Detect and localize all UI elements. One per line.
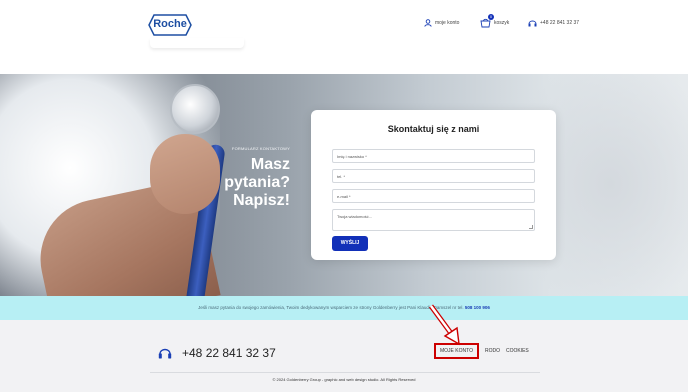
resize-handle-icon[interactable]: [529, 225, 533, 229]
support-notice-text: Jeśli masz pytania do swojego zamówienia…: [198, 305, 464, 310]
hero-title-line-1: Masz: [250, 156, 290, 173]
site-header: Roche moje konto 0 koszyk +48 22 841 32 …: [0, 0, 688, 74]
roche-logo[interactable]: Roche: [148, 14, 192, 36]
submit-button[interactable]: WYŚLIJ: [332, 236, 368, 251]
cart-link[interactable]: 0 koszyk: [480, 14, 510, 28]
headset-icon: [158, 348, 172, 359]
name-field[interactable]: Imię i nazwisko *: [332, 149, 535, 163]
header-phone-link[interactable]: +48 22 841 32 37: [528, 19, 579, 27]
stethoscope-chestpiece: [170, 84, 220, 134]
header-dropdown-card: [150, 38, 244, 48]
footer-link-cookies[interactable]: COOKIES: [506, 348, 529, 354]
hero-title: Masz pytania? Napisz!: [0, 156, 290, 210]
email-field[interactable]: e-mail *: [332, 189, 535, 203]
cart-count-badge: 0: [488, 14, 494, 20]
footer-link-my-account[interactable]: MOJE KONTO: [434, 343, 479, 359]
hero-title-line-2: pytania?: [224, 174, 290, 191]
support-phone-link[interactable]: 508 100 906: [465, 305, 490, 310]
logo-text: Roche: [153, 18, 187, 30]
annotation-arrow-icon: [428, 304, 460, 346]
contact-form-card: Skontaktuj się z nami Imię i nazwisko * …: [311, 110, 556, 260]
footer-link-rodo[interactable]: RODO: [485, 348, 500, 354]
account-link[interactable]: moje konto: [424, 19, 459, 27]
hero-title-line-3: Napisz!: [233, 192, 290, 209]
hero-eyebrow: FORMULARZ KONTAKTOWY: [231, 146, 290, 151]
footer-divider: [150, 372, 540, 373]
copyright-text: © 2024 Goldenberry Group - graphic and w…: [272, 377, 416, 382]
footer-links: MOJE KONTO RODO COOKIES: [434, 343, 529, 359]
footer-phone-number: +48 22 841 32 37: [182, 346, 276, 360]
footer-phone-link[interactable]: +48 22 841 32 37: [158, 346, 276, 360]
message-field[interactable]: Twoja wiadomość...: [332, 209, 535, 231]
phone-field[interactable]: tel. *: [332, 169, 535, 183]
cart-link-label: koszyk: [494, 19, 510, 26]
support-notice-bar: Jeśli masz pytania do swojego zamówienia…: [0, 296, 688, 320]
message-field-placeholder: Twoja wiadomość...: [337, 214, 372, 219]
headset-icon: [528, 20, 537, 27]
contact-form-title: Skontaktuj się z nami: [387, 124, 480, 134]
header-phone-label: +48 22 841 32 37: [540, 20, 580, 26]
cart-icon-wrap: 0: [480, 14, 494, 28]
account-link-label: moje konto: [435, 20, 460, 26]
user-icon: [424, 19, 432, 27]
